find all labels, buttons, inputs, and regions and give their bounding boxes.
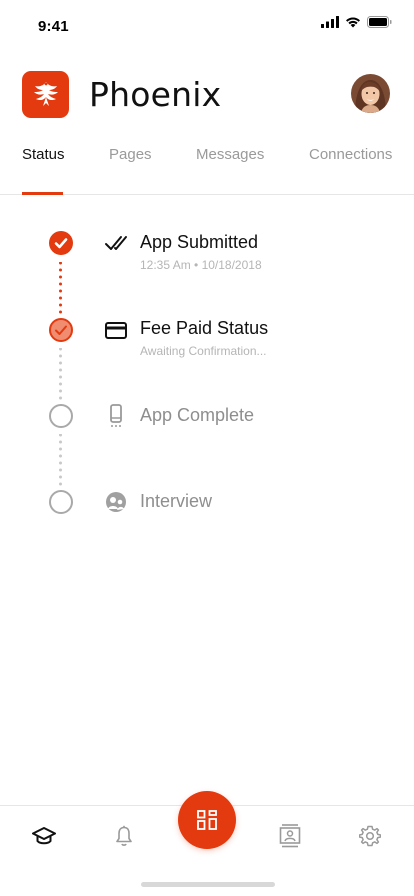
battery-icon xyxy=(367,16,392,28)
tab-connections[interactable]: Connections xyxy=(309,146,392,163)
cellular-signal-icon xyxy=(321,16,339,28)
step-title: App Complete xyxy=(140,405,255,425)
status-bar: 9:41 xyxy=(0,0,414,50)
mobile-phone-icon xyxy=(104,404,128,428)
step-in-progress-indicator xyxy=(49,318,73,342)
step-subtitle: Awaiting Confirmation... xyxy=(140,344,267,358)
user-avatar[interactable] xyxy=(351,74,390,113)
status-icons xyxy=(321,16,392,28)
timeline-connector-completed xyxy=(59,262,62,314)
tab-status[interactable]: Status xyxy=(22,146,65,163)
status-time: 9:41 xyxy=(38,18,69,35)
timeline-connector-pending xyxy=(59,348,62,400)
app-title: Phoenix xyxy=(89,75,222,114)
home-indicator xyxy=(141,882,275,887)
check-icon xyxy=(55,325,67,335)
qr-grid-icon xyxy=(197,810,217,830)
step-title: Fee Paid Status xyxy=(140,318,269,338)
check-icon xyxy=(54,238,68,249)
step-not-started-indicator xyxy=(49,490,73,514)
dashboard-fab-button[interactable] xyxy=(178,791,236,849)
timeline-connector-pending xyxy=(59,434,62,486)
tab-messages[interactable]: Messages xyxy=(196,146,264,163)
step-not-started-indicator xyxy=(49,404,73,428)
gear-icon xyxy=(359,825,381,847)
nav-settings[interactable] xyxy=(356,822,384,850)
credit-card-icon xyxy=(104,318,128,342)
nav-notifications[interactable] xyxy=(110,822,138,850)
nav-education[interactable] xyxy=(30,822,58,850)
people-icon xyxy=(104,490,128,514)
step-title: Interview xyxy=(140,491,213,511)
graduation-cap-icon xyxy=(32,827,56,845)
avatar-photo xyxy=(351,74,390,113)
contact-card-icon xyxy=(279,824,301,848)
step-completed-indicator xyxy=(49,231,73,255)
bell-icon xyxy=(116,825,132,846)
tab-bar: Status Pages Messages Connections xyxy=(0,140,414,195)
nav-contacts[interactable] xyxy=(276,822,304,850)
active-tab-indicator xyxy=(22,192,63,195)
wifi-icon xyxy=(346,17,360,28)
step-title: App Submitted xyxy=(140,232,259,252)
checkmark-icon xyxy=(104,231,128,255)
tab-pages[interactable]: Pages xyxy=(109,146,152,163)
phoenix-logo-icon xyxy=(33,81,58,106)
step-subtitle: 12:35 Am • 10/18/2018 xyxy=(140,258,262,272)
app-logo xyxy=(22,71,69,118)
